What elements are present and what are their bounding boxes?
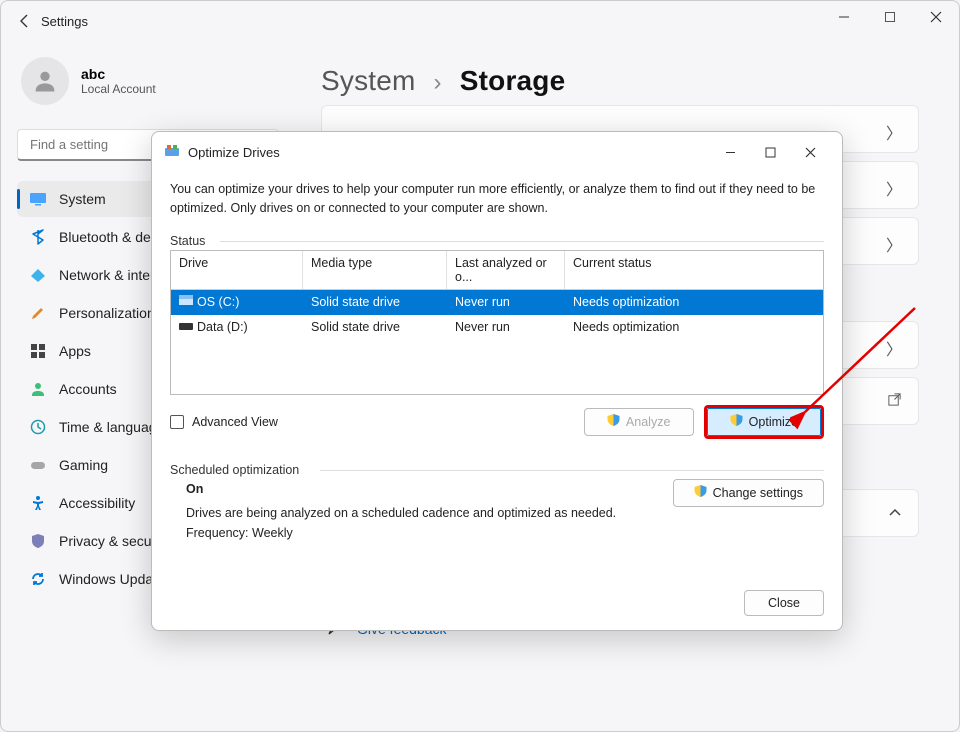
- dialog-maximize-button[interactable]: [750, 140, 790, 164]
- drive-name: OS (C:): [197, 295, 239, 309]
- change-settings-label: Change settings: [713, 486, 803, 500]
- breadcrumb: System › Storage: [321, 65, 919, 97]
- sched-desc: Drives are being analyzed on a scheduled…: [186, 503, 663, 523]
- accessibility-icon: [29, 494, 47, 512]
- sched-on: On: [186, 479, 663, 499]
- shield-icon: [730, 414, 743, 430]
- user-name: abc: [81, 66, 156, 82]
- drive-status: Needs optimization: [565, 318, 823, 336]
- chevron-up-icon: [888, 506, 902, 525]
- update-icon: [29, 570, 47, 588]
- drive-last: Never run: [447, 318, 565, 336]
- nav-label: Apps: [59, 343, 91, 359]
- nav-label: Personalization: [59, 305, 155, 321]
- chevron-right-icon: 〉: [886, 232, 902, 256]
- chevron-right-icon: 〉: [886, 336, 902, 360]
- back-button[interactable]: [9, 5, 41, 37]
- col-drive[interactable]: Drive: [171, 251, 303, 289]
- minimize-button[interactable]: [821, 1, 867, 33]
- drive-row-os[interactable]: OS (C:) Solid state drive Never run Need…: [171, 290, 823, 315]
- external-link-icon: [887, 392, 902, 412]
- window-title: Settings: [41, 14, 88, 29]
- maximize-button[interactable]: [867, 1, 913, 33]
- gamepad-icon: [29, 456, 47, 474]
- chevron-right-icon: 〉: [886, 120, 902, 144]
- shield-icon: [694, 485, 707, 501]
- nav-label: Time & language: [59, 419, 164, 435]
- chevron-right-icon: ›: [434, 69, 442, 96]
- bluetooth-icon: [29, 228, 47, 246]
- user-sub: Local Account: [81, 82, 156, 96]
- close-button[interactable]: [913, 1, 959, 33]
- breadcrumb-parent[interactable]: System: [321, 65, 416, 96]
- drive-name: Data (D:): [197, 320, 248, 334]
- advanced-view-label: Advanced View: [192, 415, 278, 429]
- table-header: Drive Media type Last analyzed or o... C…: [171, 251, 823, 290]
- drive-last: Never run: [447, 293, 565, 311]
- settings-window: Settings abc Local Account: [0, 0, 960, 732]
- dialog-titlebar: Optimize Drives: [152, 132, 842, 172]
- wifi-icon: [29, 266, 47, 284]
- optimize-label: Optimize: [749, 415, 798, 429]
- avatar-icon: [21, 57, 69, 105]
- nav-label: Accessibility: [59, 495, 135, 511]
- col-media[interactable]: Media type: [303, 251, 447, 289]
- col-last[interactable]: Last analyzed or o...: [447, 251, 565, 289]
- optimize-button-highlight: Optimize: [704, 405, 824, 439]
- analyze-label: Analyze: [626, 415, 670, 429]
- dialog-title: Optimize Drives: [188, 145, 702, 160]
- optimize-button[interactable]: Optimize: [707, 408, 821, 436]
- shield-icon: [607, 414, 620, 430]
- shield-icon: [29, 532, 47, 550]
- nav-label: Accounts: [59, 381, 117, 397]
- divider: [220, 241, 824, 242]
- apps-icon: [29, 342, 47, 360]
- change-settings-button[interactable]: Change settings: [673, 479, 824, 507]
- col-status[interactable]: Current status: [565, 251, 823, 289]
- drive-app-icon: [164, 143, 180, 162]
- drive-row-data[interactable]: Data (D:) Solid state drive Never run Ne…: [171, 315, 823, 340]
- drive-table[interactable]: Drive Media type Last analyzed or o... C…: [170, 250, 824, 395]
- divider: [320, 470, 824, 471]
- nav-label: System: [59, 191, 106, 207]
- drive-icon: [179, 295, 193, 310]
- dialog-close-button[interactable]: [790, 140, 830, 164]
- close-button[interactable]: Close: [744, 590, 824, 616]
- person-icon: [29, 380, 47, 398]
- dialog-description: You can optimize your drives to help you…: [170, 180, 824, 218]
- breadcrumb-current: Storage: [460, 65, 566, 96]
- display-icon: [29, 190, 47, 208]
- sched-freq: Frequency: Weekly: [186, 523, 663, 543]
- clock-icon: [29, 418, 47, 436]
- drive-media: Solid state drive: [303, 318, 447, 336]
- advanced-view-checkbox[interactable]: [170, 415, 184, 429]
- drive-media: Solid state drive: [303, 293, 447, 311]
- close-label: Close: [768, 596, 800, 610]
- brush-icon: [29, 304, 47, 322]
- drive-icon: [179, 320, 193, 335]
- dialog-minimize-button[interactable]: [710, 140, 750, 164]
- user-card[interactable]: abc Local Account: [17, 57, 293, 105]
- titlebar: Settings: [1, 1, 959, 41]
- nav-label: Windows Update: [59, 571, 165, 587]
- drive-status: Needs optimization: [565, 293, 823, 311]
- analyze-button[interactable]: Analyze: [584, 408, 694, 436]
- chevron-right-icon: 〉: [886, 176, 902, 200]
- nav-label: Gaming: [59, 457, 108, 473]
- optimize-drives-dialog: Optimize Drives You can optimize your dr…: [151, 131, 843, 631]
